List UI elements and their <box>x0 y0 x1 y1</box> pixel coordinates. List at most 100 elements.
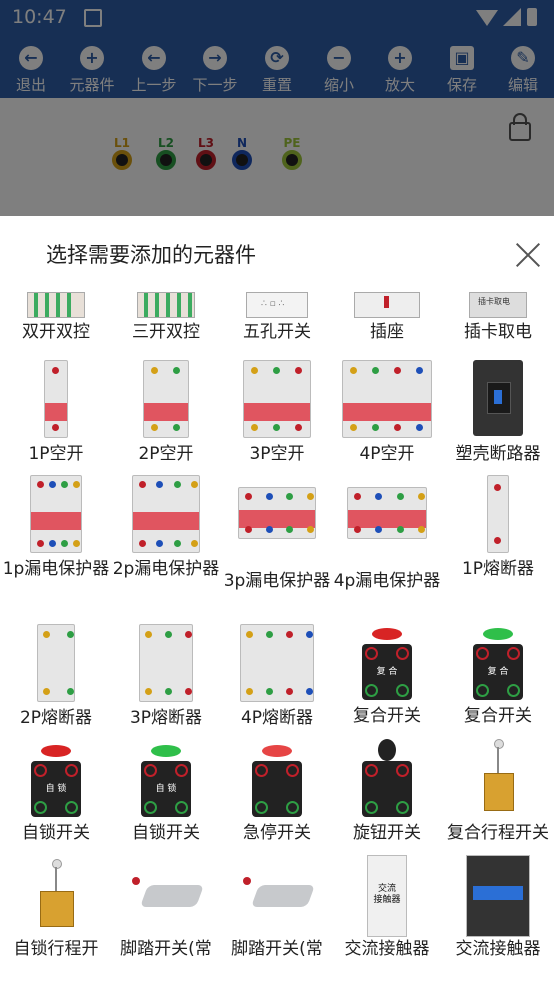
component-label: 1P空开 <box>28 444 84 464</box>
component-label: 1p漏电保护器 <box>2 559 110 579</box>
thumbnail-holder <box>332 739 442 819</box>
component-item[interactable]: 4p漏电保护器 <box>332 473 442 596</box>
thumbnail-holder <box>443 739 553 819</box>
thumbnail-holder <box>222 855 332 935</box>
thumbnail-holder: 交流 接触器 <box>332 855 442 937</box>
component-thumbnail-icon <box>37 624 75 702</box>
component-label: 脚踏开关(常 <box>120 939 212 959</box>
component-thumbnail-icon: 自 锁 <box>139 739 193 819</box>
component-label: 1P熔断器 <box>461 559 535 579</box>
component-thumbnail-icon <box>360 739 414 819</box>
thumbnail-holder <box>222 360 332 440</box>
component-item[interactable]: 急停开关 <box>222 739 332 848</box>
component-item[interactable]: 复 合复合开关 <box>332 622 442 731</box>
thumbnail-holder <box>1 292 111 318</box>
component-item[interactable]: 三开双控 <box>111 292 221 347</box>
component-thumbnail-icon <box>238 487 316 539</box>
component-label: 复合开关 <box>353 706 421 726</box>
thumbnail-holder: 插卡取电 <box>443 292 553 318</box>
component-label: 自锁开关 <box>22 823 90 843</box>
component-thumbnail-icon <box>342 360 432 438</box>
component-label: 双开双控 <box>22 322 90 342</box>
thumbnail-holder <box>222 487 332 567</box>
component-thumbnail-icon: ∴ ▫ ∴ <box>246 292 308 318</box>
dim-overlay[interactable] <box>0 0 554 216</box>
thumbnail-holder <box>222 739 332 819</box>
thumbnail-holder <box>332 360 442 440</box>
thumbnail-holder <box>443 475 553 555</box>
component-item[interactable]: 自 锁自锁开关 <box>1 739 111 848</box>
component-picker-sheet: 选择需要添加的元器件 双开双控 三开双控 ∴ ▫ ∴ 五孔开关 插座 插卡取电 插卡取电 1P… <box>0 216 554 985</box>
component-thumbnail-icon <box>27 292 85 318</box>
component-item[interactable]: 自 锁自锁开关 <box>111 739 221 848</box>
component-item[interactable]: 2P熔断器 <box>1 622 111 733</box>
component-item[interactable]: 自锁行程开 <box>1 855 111 964</box>
component-item[interactable]: 1P熔断器 <box>443 473 553 584</box>
component-label: 旋钮开关 <box>353 823 421 843</box>
component-thumbnail-icon <box>30 475 82 553</box>
component-thumbnail-icon <box>473 360 523 436</box>
thumbnail-holder <box>111 292 221 318</box>
component-item[interactable]: 旋钮开关 <box>332 739 442 848</box>
component-item[interactable]: ∴ ▫ ∴ 五孔开关 <box>222 292 332 347</box>
component-item[interactable]: 3P熔断器 <box>111 622 221 733</box>
component-thumbnail-icon <box>126 855 206 935</box>
thumbnail-holder <box>1 624 111 704</box>
component-item[interactable]: 双开双控 <box>1 292 111 347</box>
component-label: 2P空开 <box>138 444 194 464</box>
close-icon[interactable] <box>515 242 541 268</box>
component-item[interactable]: 插卡取电 插卡取电 <box>443 292 553 347</box>
component-item[interactable]: 交流 接触器 交流接触器 <box>332 855 442 964</box>
component-thumbnail-icon <box>237 855 317 935</box>
component-thumbnail-icon: 复 合 <box>360 622 414 702</box>
component-item[interactable]: 复合行程开关 <box>443 739 553 848</box>
component-item[interactable]: 交流接触器 <box>443 855 553 964</box>
component-thumbnail-icon <box>132 475 200 553</box>
thumbnail-holder <box>111 360 221 440</box>
component-thumbnail-icon <box>487 475 509 553</box>
component-item[interactable]: 4P空开 <box>332 358 442 469</box>
component-label: 交流接触器 <box>344 939 430 959</box>
component-label: 五孔开关 <box>243 322 311 342</box>
component-thumbnail-icon <box>243 360 311 438</box>
component-thumbnail-icon <box>139 624 193 702</box>
component-label: 3p漏电保护器 <box>223 571 331 591</box>
component-item[interactable]: 2P空开 <box>111 358 221 469</box>
component-item[interactable]: 复 合复合开关 <box>443 622 553 731</box>
component-item[interactable]: 1P空开 <box>1 358 111 469</box>
thumbnail-holder <box>1 855 111 935</box>
component-label: 交流接触器 <box>455 939 541 959</box>
component-item[interactable]: 塑壳断路器 <box>443 358 553 469</box>
component-label: 脚踏开关(常 <box>231 939 323 959</box>
component-item[interactable]: 1p漏电保护器 <box>1 473 111 584</box>
component-item[interactable]: 脚踏开关(常 <box>222 855 332 964</box>
thumbnail-holder <box>443 360 553 440</box>
component-thumbnail-icon <box>466 855 530 937</box>
component-label: 三开双控 <box>132 322 200 342</box>
component-item[interactable]: 2p漏电保护器 <box>111 473 221 584</box>
thumbnail-holder <box>443 855 553 937</box>
component-thumbnail-icon: 复 合 <box>471 622 525 702</box>
component-thumbnail-icon: 自 锁 <box>29 739 83 819</box>
thumbnail-holder: ∴ ▫ ∴ <box>222 292 332 318</box>
thumbnail-holder <box>222 624 332 704</box>
component-thumbnail-icon: 交流 接触器 <box>367 855 407 937</box>
component-item[interactable]: 3P空开 <box>222 358 332 469</box>
component-thumbnail-icon <box>478 739 518 819</box>
thumbnail-holder <box>111 475 221 555</box>
thumbnail-holder <box>332 292 442 318</box>
component-thumbnail-icon <box>250 739 304 819</box>
component-item[interactable]: 脚踏开关(常 <box>111 855 221 964</box>
component-label: 塑壳断路器 <box>455 444 541 464</box>
component-item[interactable]: 插座 <box>332 292 442 347</box>
thumbnail-holder <box>1 475 111 555</box>
component-label: 复合开关 <box>464 706 532 726</box>
thumbnail-holder: 自 锁 <box>1 739 111 819</box>
component-label: 插卡取电 <box>464 322 532 342</box>
component-item[interactable]: 4P熔断器 <box>222 622 332 733</box>
component-item[interactable]: 3p漏电保护器 <box>222 473 332 596</box>
component-thumbnail-icon <box>240 624 314 702</box>
component-label: 自锁行程开 <box>13 939 99 959</box>
app-background: 10:47 ←退出+元器件←上一步→下一步⟳重置−缩小+放大▣保存✎编辑 L1L… <box>0 0 554 216</box>
component-thumbnail-icon <box>347 487 427 539</box>
